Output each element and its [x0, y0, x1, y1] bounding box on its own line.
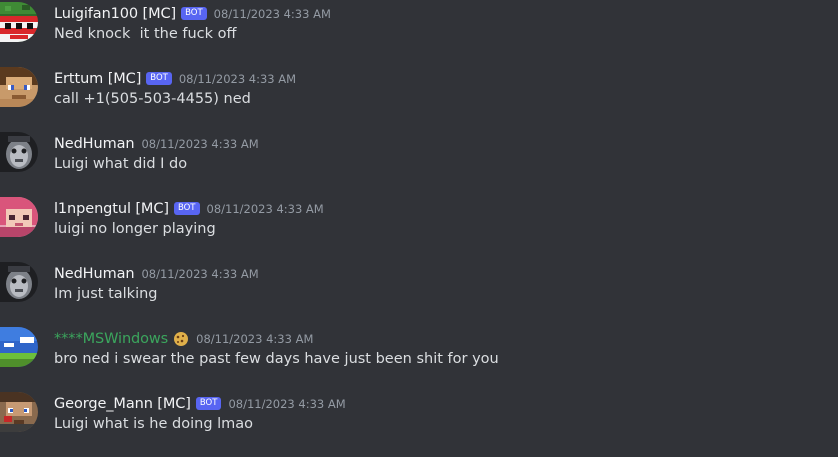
pixel-avatar-icon [0, 392, 38, 432]
username[interactable]: ****MSWindows [54, 331, 168, 347]
message: NedHuman 08/11/2023 4:33 AM Im just talk… [0, 262, 838, 322]
pixel-avatar-icon [0, 197, 38, 237]
timestamp[interactable]: 08/11/2023 4:33 AM [141, 137, 258, 151]
pixel-avatar-icon [0, 2, 38, 42]
chat-messages: Luigifan100 [MC] BOT 08/11/2023 4:33 AM … [0, 0, 838, 457]
message-content: luigi no longer playing [54, 221, 216, 237]
avatar[interactable] [0, 67, 38, 107]
message-content: call +1(505-503-4455) ned [54, 91, 251, 107]
avatar[interactable] [0, 327, 38, 367]
cookie-icon [173, 331, 189, 347]
bot-badge: BOT [195, 396, 222, 410]
avatar[interactable] [0, 132, 38, 172]
timestamp[interactable]: 08/11/2023 4:33 AM [228, 397, 345, 411]
timestamp[interactable]: 08/11/2023 4:33 AM [141, 267, 258, 281]
username[interactable]: George_Mann [MC] [54, 396, 191, 412]
message-content: bro ned i swear the past few days have j… [54, 351, 499, 367]
landscape-avatar-icon [0, 327, 38, 367]
timestamp[interactable]: 08/11/2023 4:33 AM [179, 72, 296, 86]
avatar[interactable] [0, 392, 38, 432]
user-avatar-icon [0, 132, 38, 172]
message-content: Ned knock it the fuck off [54, 26, 237, 42]
pixel-avatar-icon [0, 67, 38, 107]
username[interactable]: Erttum [MC] [54, 71, 141, 87]
avatar[interactable] [0, 262, 38, 302]
message: ****MSWindows 08/11/2023 4:33 AM bro ned… [0, 327, 838, 387]
message-content: Im just talking [54, 286, 158, 302]
timestamp[interactable]: 08/11/2023 4:33 AM [196, 332, 313, 346]
message: Luigifan100 [MC] BOT 08/11/2023 4:33 AM … [0, 2, 838, 62]
message-content: Luigi what did I do [54, 156, 188, 172]
username[interactable]: NedHuman [54, 266, 135, 282]
username[interactable]: l1npengtul [MC] [54, 201, 169, 217]
message: l1npengtul [MC] BOT 08/11/2023 4:33 AM l… [0, 197, 838, 257]
bot-badge: BOT [181, 6, 207, 20]
timestamp[interactable]: 08/11/2023 4:33 AM [214, 7, 331, 21]
avatar[interactable] [0, 197, 38, 237]
message: Erttum [MC] BOT 08/11/2023 4:33 AM call … [0, 67, 838, 127]
avatar[interactable] [0, 2, 38, 42]
timestamp[interactable]: 08/11/2023 4:33 AM [207, 202, 324, 216]
bot-badge: BOT [173, 201, 200, 215]
message: NedHuman 08/11/2023 4:33 AM Luigi what d… [0, 132, 838, 192]
bot-badge: BOT [146, 71, 172, 85]
username[interactable]: Luigifan100 [MC] [54, 6, 176, 22]
message-content: Luigi what is he doing lmao [54, 416, 254, 432]
message: George_Mann [MC] BOT 08/11/2023 4:33 AM … [0, 392, 838, 452]
username[interactable]: NedHuman [54, 136, 135, 152]
user-avatar-icon [0, 262, 38, 302]
